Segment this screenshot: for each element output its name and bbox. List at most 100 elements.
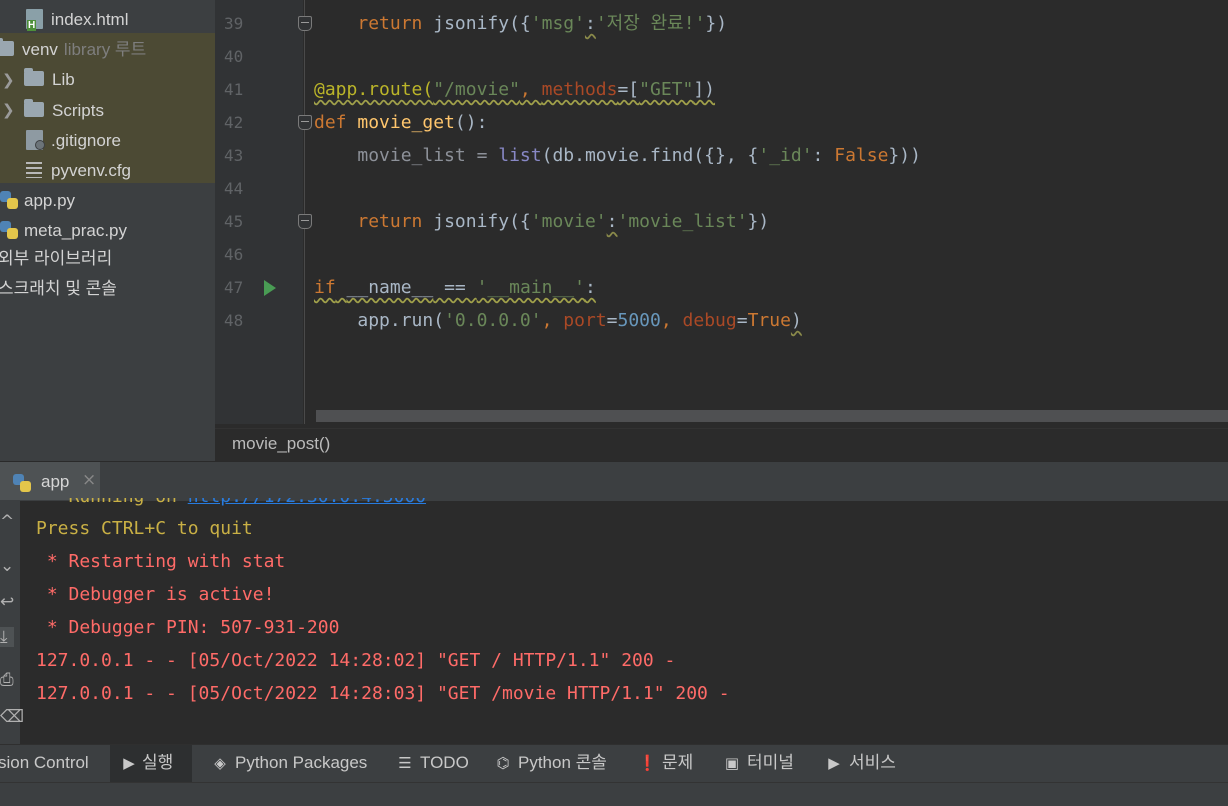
tool-label: 실행 <box>142 753 174 772</box>
code-line-45[interactable]: return jsonify({'movie':'movie_list'}) <box>314 205 769 238</box>
line-number: 40 <box>224 47 244 66</box>
tool-label: TODO <box>420 753 469 772</box>
code-token: '0.0.0.0' <box>444 310 542 331</box>
tool-label: Python 콘솔 <box>518 753 607 772</box>
tree-item-meta-prac-py[interactable]: meta_prac.py <box>0 216 127 246</box>
gutter-divider <box>304 0 305 424</box>
code-line-43[interactable]: movie_list = list(db.movie.find({}, {'_i… <box>314 139 921 172</box>
code-line-39[interactable]: return jsonify({'msg':'저장 완료!'}) <box>314 7 727 40</box>
tree-item-scripts[interactable]: Scripts <box>24 96 104 126</box>
code-token: }) <box>747 211 770 232</box>
tree-item-lib[interactable]: Lib <box>24 65 75 95</box>
code-token: : <box>812 145 835 166</box>
python-file-icon <box>0 220 18 239</box>
code-token: methods <box>541 79 618 100</box>
folder-icon <box>24 68 44 87</box>
console-line: 127.0.0.1 - - [05/Oct/2022 14:28:03] "GE… <box>36 683 730 704</box>
code-token: "GET" <box>639 79 694 100</box>
code-token: : <box>606 211 618 232</box>
fold-marker-icon[interactable] <box>298 115 312 130</box>
run-gutter-icon[interactable] <box>264 280 276 296</box>
scroll-to-end-icon[interactable]: ⤓ <box>0 627 14 647</box>
gitignore-file-icon <box>26 129 45 150</box>
code-token: port <box>563 310 607 331</box>
chevron-right-icon[interactable]: ❯ <box>2 71 15 89</box>
project-tree-footer <box>0 428 215 461</box>
scroll-up-icon[interactable]: ^ <box>0 512 14 532</box>
fold-marker-icon[interactable] <box>298 214 312 229</box>
line-number: 43 <box>224 146 244 165</box>
code-token: : <box>584 13 596 34</box>
code-line-48[interactable]: app.run('0.0.0.0', port=5000, debug=True… <box>314 304 802 337</box>
tool-run[interactable]: ▶ 실행 <box>122 751 173 775</box>
line-number: 47 <box>224 278 244 297</box>
code-token: ) <box>790 310 802 331</box>
code-token: == <box>433 277 477 298</box>
run-tab-bar <box>0 461 1228 502</box>
code-token: app.run( <box>357 310 445 331</box>
folder-icon <box>24 99 44 118</box>
run-tab-label: app <box>41 472 70 491</box>
line-number: 41 <box>224 80 244 99</box>
tree-item-label: Scripts <box>52 101 104 120</box>
code-line-47[interactable]: if __name__ == '__main__': <box>314 271 596 304</box>
console-line: Press CTRL+C to quit <box>36 518 253 539</box>
tool-version-control[interactable]: sion Control <box>0 751 89 775</box>
close-icon[interactable]: × <box>82 470 96 490</box>
code-token: , <box>541 310 564 331</box>
tree-item-app-py[interactable]: app.py <box>0 186 75 216</box>
tree-item-label: Lib <box>52 70 75 89</box>
tree-item-index-html[interactable]: index.html <box>26 5 128 35</box>
code-token: 'msg' <box>530 13 585 34</box>
line-number: 45 <box>224 212 244 231</box>
tree-item-pyvenv-cfg[interactable]: pyvenv.cfg <box>26 156 131 186</box>
code-token: : <box>584 277 596 298</box>
python-console-icon: ⌬ <box>496 754 510 772</box>
print-icon[interactable]: ⎙ <box>0 670 14 690</box>
trash-icon[interactable]: ⌫ <box>0 707 24 727</box>
tool-terminal[interactable]: ▣ 터미널 <box>723 751 794 775</box>
code-token: })) <box>888 145 921 166</box>
tool-todo[interactable]: ☰ TODO <box>396 751 469 775</box>
editor-horizontal-scrollbar[interactable] <box>316 410 1228 422</box>
tool-services[interactable]: ▶ 서비스 <box>825 751 896 775</box>
code-token: debug <box>682 310 737 331</box>
tree-item-gitignore[interactable]: .gitignore <box>26 126 121 156</box>
status-bar <box>0 782 1228 806</box>
code-token: movie_get <box>357 112 455 133</box>
code-token: , <box>519 79 542 100</box>
code-token: =[ <box>617 79 640 100</box>
tree-item-external-libraries[interactable]: 외부 라이브러리 <box>0 244 112 274</box>
chevron-right-icon[interactable]: ❯ <box>2 101 15 119</box>
code-line-42[interactable]: def movie_get(): <box>314 106 487 139</box>
tool-label: Python Packages <box>235 753 368 772</box>
code-token: , <box>660 310 683 331</box>
line-number: 42 <box>224 113 244 132</box>
code-token: movie_list = <box>357 145 499 166</box>
tree-item-label: venv <box>22 40 58 59</box>
tool-label: 터미널 <box>747 753 794 772</box>
folder-icon <box>0 38 14 57</box>
code-token: = <box>736 310 748 331</box>
console-line: * Restarting with stat <box>36 551 286 572</box>
code-line-41[interactable]: @app.route("/movie", methods=["GET"]) <box>314 73 715 106</box>
tool-label: sion Control <box>0 753 89 772</box>
code-token: 'movie_list' <box>617 211 748 232</box>
code-token: '__main__' <box>476 277 585 298</box>
tool-python-console[interactable]: ⌬ Python 콘솔 <box>494 751 607 775</box>
python-file-icon <box>0 190 18 209</box>
breadcrumb[interactable]: movie_post() <box>232 434 330 454</box>
scroll-down-icon[interactable]: ⌄ <box>0 556 14 576</box>
tree-item-venv[interactable]: venv library 루트 <box>0 35 146 65</box>
code-token: (db.movie.find({}, { <box>541 145 759 166</box>
tree-item-scratches[interactable]: 스크래치 및 콘솔 <box>0 274 117 304</box>
tool-label: 문제 <box>662 753 694 772</box>
code-token: def <box>314 112 347 133</box>
tool-problems[interactable]: ❗ 문제 <box>638 751 693 775</box>
fold-marker-icon[interactable] <box>298 16 312 31</box>
code-token: }) <box>705 13 728 34</box>
soft-wrap-icon[interactable]: ↩ <box>0 592 14 612</box>
line-number: 46 <box>224 245 244 264</box>
tool-python-packages[interactable]: ◈ Python Packages <box>211 751 367 775</box>
console-line: 127.0.0.1 - - [05/Oct/2022 14:28:02] "GE… <box>36 650 676 671</box>
